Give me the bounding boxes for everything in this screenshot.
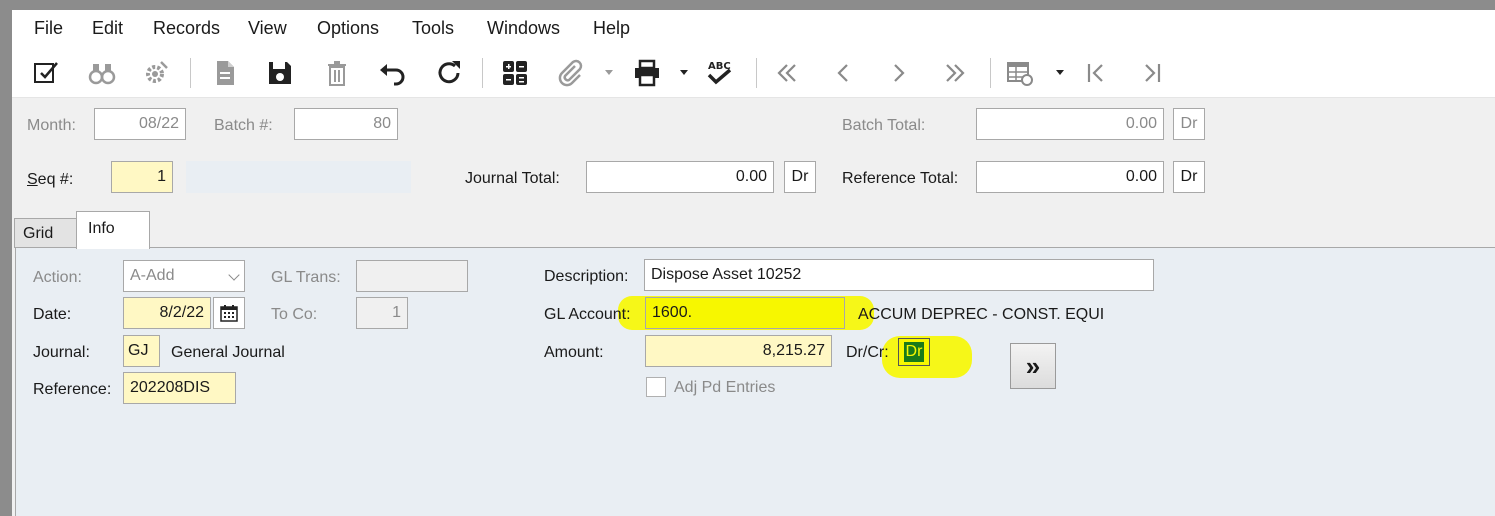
reference-total-label: Reference Total: [842, 170, 959, 187]
next-record-icon[interactable] [882, 56, 916, 90]
menu-records[interactable]: Records [153, 18, 220, 39]
batch-total-drcr: Dr [1173, 108, 1205, 140]
menu-view[interactable]: View [248, 18, 287, 39]
date-field[interactable]: 8/2/22 [123, 297, 211, 329]
menu-edit[interactable]: Edit [92, 18, 123, 39]
gl-trans-label: GL Trans: [271, 269, 341, 286]
batch-total-label: Batch Total: [842, 117, 926, 134]
journal-label: Journal: [33, 344, 90, 361]
month-field[interactable]: 08/22 [94, 108, 186, 140]
action-label: Action: [33, 269, 82, 286]
seq-description-field [186, 161, 411, 193]
menu-options[interactable]: Options [317, 18, 379, 39]
description-label: Description: [544, 268, 629, 285]
month-label: Month: [27, 117, 76, 134]
date-label: Date: [33, 306, 72, 323]
adj-pd-entries-label: Adj Pd Entries [674, 379, 776, 396]
to-co-label: To Co: [271, 306, 318, 323]
grid-settings-icon[interactable] [1003, 56, 1037, 90]
print-dropdown-icon[interactable] [680, 70, 688, 75]
menu-file[interactable]: File [34, 18, 63, 39]
journal-name: General Journal [171, 344, 285, 361]
drcr-field[interactable]: Dr [898, 338, 930, 366]
grid-settings-dropdown-icon[interactable] [1056, 70, 1064, 75]
collapse-left-icon[interactable] [1079, 56, 1113, 90]
undo-icon[interactable] [376, 56, 410, 90]
spellcheck-icon[interactable]: ABC [702, 56, 736, 90]
journal-total-field: 0.00 [586, 161, 774, 193]
gl-trans-field [356, 260, 468, 292]
expand-right-icon[interactable] [1135, 56, 1169, 90]
reference-field[interactable]: 202208DIS [123, 372, 236, 404]
calculator-icon[interactable] [498, 56, 532, 90]
amount-label: Amount: [544, 344, 604, 361]
edit-icon[interactable] [29, 56, 63, 90]
attachment-dropdown-icon[interactable] [605, 70, 613, 75]
reference-total-drcr: Dr [1173, 161, 1205, 193]
seq-label: Seq #: [27, 171, 74, 188]
journal-field[interactable]: GJ [123, 335, 160, 367]
toolbar: ABC [12, 48, 1495, 98]
last-record-icon[interactable] [938, 56, 972, 90]
delete-icon[interactable] [320, 56, 354, 90]
batch-label: Batch #: [214, 117, 273, 134]
drcr-value: Dr [903, 342, 925, 362]
print-icon[interactable] [630, 56, 664, 90]
tab-info[interactable]: Info [76, 211, 150, 249]
next-field-button[interactable]: » [1010, 343, 1056, 389]
action-select-value: A-Add [130, 267, 175, 284]
menu-windows[interactable]: Windows [487, 18, 560, 39]
binoculars-icon[interactable] [85, 56, 119, 90]
new-document-icon[interactable] [208, 56, 242, 90]
calendar-icon[interactable] [213, 297, 245, 329]
refresh-icon[interactable] [432, 56, 466, 90]
amount-field[interactable]: 8,215.27 [645, 335, 832, 367]
drcr-label: Dr/Cr: [846, 344, 889, 361]
journal-total-label: Journal Total: [465, 170, 560, 187]
menu-bar: File Edit Records View Options Tools Win… [12, 10, 1495, 48]
attachment-icon[interactable] [553, 56, 587, 90]
save-icon[interactable] [263, 56, 297, 90]
adj-pd-entries-checkbox[interactable] [646, 377, 666, 397]
app-window: File Edit Records View Options Tools Win… [12, 10, 1495, 516]
menu-tools[interactable]: Tools [412, 18, 454, 39]
settings-icon[interactable] [139, 56, 173, 90]
gl-account-name: ACCUM DEPREC - CONST. EQUI [858, 306, 1105, 323]
reference-total-field: 0.00 [976, 161, 1164, 193]
chevron-down-icon [228, 269, 240, 281]
action-select[interactable]: A-Add [123, 260, 245, 292]
batch-total-field: 0.00 [976, 108, 1164, 140]
tab-grid[interactable]: Grid [14, 218, 78, 248]
gl-account-label: GL Account: [544, 306, 631, 323]
to-co-field: 1 [356, 297, 408, 329]
first-record-icon[interactable] [770, 56, 804, 90]
gl-account-field[interactable]: 1600. [645, 297, 845, 329]
previous-record-icon[interactable] [826, 56, 860, 90]
menu-help[interactable]: Help [593, 18, 630, 39]
journal-total-drcr: Dr [784, 161, 816, 193]
reference-label: Reference: [33, 381, 112, 398]
description-field[interactable]: Dispose Asset 10252 [644, 259, 1154, 291]
batch-field[interactable]: 80 [294, 108, 398, 140]
seq-field[interactable]: 1 [111, 161, 173, 193]
